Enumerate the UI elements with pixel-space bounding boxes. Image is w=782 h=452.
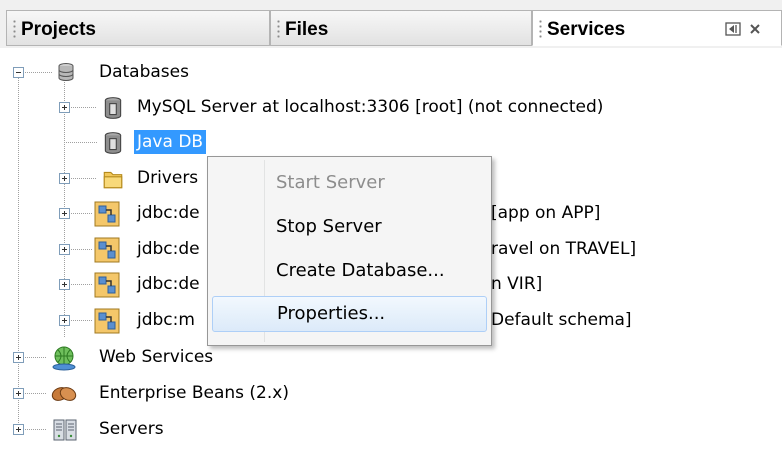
tree-node-mysql-server[interactable]: MySQL Server at localhost:3306 [root] (n… xyxy=(0,93,700,125)
context-menu: Start Server Stop Server Create Database… xyxy=(207,156,492,346)
connection-icon xyxy=(94,308,120,334)
db-server-icon xyxy=(104,97,122,119)
tree-label: jdbc:de xyxy=(137,203,200,223)
tree-label: jdbc:de xyxy=(137,274,200,294)
expand-toggle-icon[interactable] xyxy=(13,388,24,399)
tab-files[interactable]: Files xyxy=(270,10,532,46)
tree-node-java-db[interactable]: Java DB xyxy=(0,128,240,160)
menu-item-label: Create Database... xyxy=(276,260,445,281)
tab-projects-label: Projects xyxy=(21,19,96,40)
expand-toggle-icon[interactable] xyxy=(59,315,70,326)
tree-label-suffix: [app on APP] xyxy=(491,203,601,223)
tree-node-drivers[interactable]: Drivers xyxy=(0,164,240,196)
tab-files-label: Files xyxy=(285,19,329,40)
tree-label: MySQL Server at localhost:3306 [root] (n… xyxy=(137,97,604,117)
tree-label-suffix: ravel on TRAVEL] xyxy=(491,239,637,259)
beans-icon xyxy=(51,387,77,401)
tree-label: jdbc:m xyxy=(137,310,195,330)
menu-item-start-server[interactable]: Start Server xyxy=(212,166,487,202)
tab-projects[interactable]: Projects xyxy=(6,10,270,46)
window-tab-bar: Projects Files Services xyxy=(0,0,782,48)
close-icon[interactable] xyxy=(749,23,761,35)
tab-grip-icon xyxy=(277,19,280,39)
tree-label: jdbc:de xyxy=(137,239,200,259)
tree-label: Web Services xyxy=(99,347,214,367)
tree-label: Enterprise Beans (2.x) xyxy=(99,383,289,403)
expand-toggle-icon[interactable] xyxy=(59,208,70,219)
tab-services-label: Services xyxy=(547,19,626,40)
expand-toggle-icon[interactable] xyxy=(59,102,70,113)
collapse-toggle-icon[interactable] xyxy=(13,67,24,78)
tree-node-enterprise-beans[interactable]: Enterprise Beans (2.x) xyxy=(0,379,340,411)
connection-icon xyxy=(94,237,120,263)
tree-label: Databases xyxy=(99,62,189,82)
web-services-icon xyxy=(52,346,76,371)
expand-toggle-icon[interactable] xyxy=(13,352,24,363)
window-minimize-icon[interactable] xyxy=(725,22,741,36)
tree-label-suffix: n VIR] xyxy=(491,274,543,294)
menu-item-create-database[interactable]: Create Database... xyxy=(212,254,487,290)
menu-item-label: Start Server xyxy=(276,172,385,193)
tab-grip-icon xyxy=(13,19,16,39)
menu-item-stop-server[interactable]: Stop Server xyxy=(212,210,487,246)
connection-icon xyxy=(94,272,120,298)
tree-label-selected: Java DB xyxy=(134,130,207,154)
tree-label: Drivers xyxy=(137,168,199,188)
menu-item-label: Stop Server xyxy=(276,216,382,237)
connection-icon xyxy=(94,201,120,227)
tab-grip-icon xyxy=(539,19,542,39)
tree-node-databases[interactable]: Databases xyxy=(0,58,300,90)
expand-toggle-icon[interactable] xyxy=(59,244,70,255)
menu-item-properties[interactable]: Properties... xyxy=(212,296,487,332)
db-server-icon xyxy=(104,132,122,154)
tree-node-servers[interactable]: Servers xyxy=(0,415,300,447)
database-icon xyxy=(58,63,74,81)
folder-icon xyxy=(103,171,123,189)
expand-toggle-icon[interactable] xyxy=(59,279,70,290)
menu-item-label: Properties... xyxy=(277,303,386,324)
tree-label-suffix: Default schema] xyxy=(491,310,632,330)
tab-services[interactable]: Services xyxy=(532,10,782,46)
servers-icon xyxy=(53,419,77,441)
tree-node-web-services[interactable]: Web Services xyxy=(0,343,300,375)
expand-toggle-icon[interactable] xyxy=(59,173,70,184)
tree-label: Servers xyxy=(99,419,164,439)
expand-toggle-icon[interactable] xyxy=(13,424,24,435)
